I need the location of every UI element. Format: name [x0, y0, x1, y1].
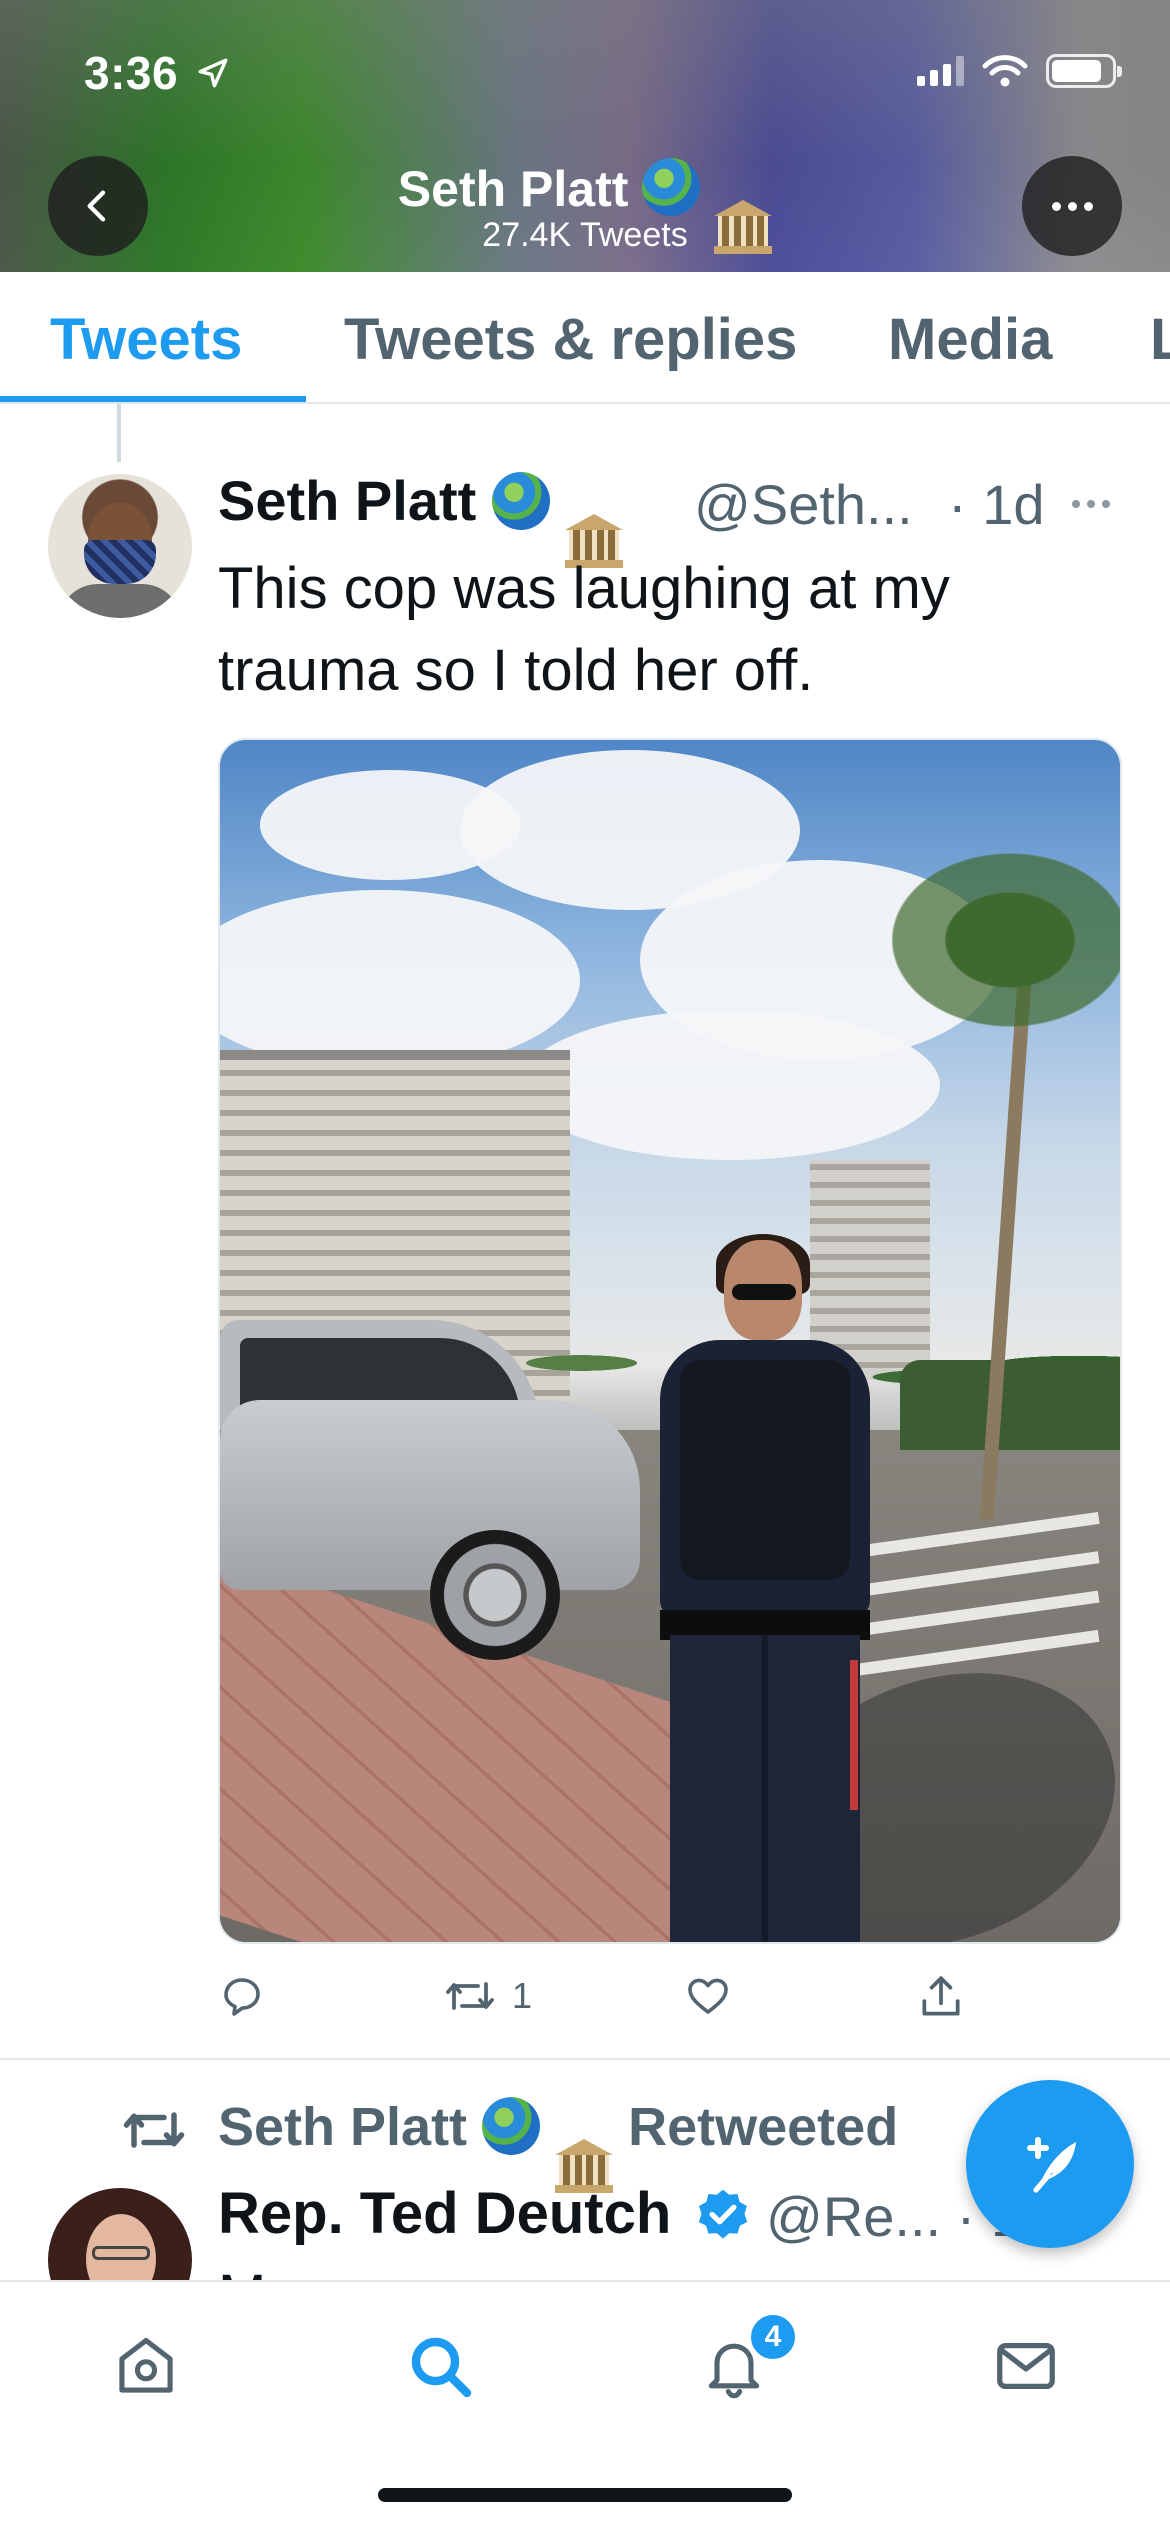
- compose-tweet-button[interactable]: [966, 2080, 1134, 2248]
- profile-name: Seth Platt: [397, 161, 629, 217]
- retweet-icon: [446, 1982, 494, 2010]
- tweet-actions: 1: [218, 1972, 1118, 2036]
- nav-messages[interactable]: [986, 2326, 1066, 2406]
- status-time: 3:36: [84, 47, 179, 99]
- home-icon: [119, 2337, 173, 2393]
- more-icon: [1072, 500, 1080, 508]
- retweet-count: 1: [512, 1975, 533, 2016]
- like-button[interactable]: [684, 1972, 748, 2020]
- profile-tabs: Tweets Tweets & replies Media Likes: [0, 272, 1170, 404]
- wifi-icon: [982, 55, 1028, 87]
- tweet-author-name[interactable]: Rep. Ted Deutch: [218, 2180, 671, 2247]
- reply-button[interactable]: [218, 1972, 282, 2020]
- tweet-more-button[interactable]: [1072, 500, 1110, 508]
- more-icon: [1051, 201, 1061, 211]
- search-icon: [411, 2337, 472, 2398]
- tab-media[interactable]: Media: [888, 306, 1052, 373]
- more-options-button[interactable]: [1022, 156, 1122, 256]
- tweet-photo[interactable]: [218, 738, 1122, 1944]
- tweet-timestamp[interactable]: · 1d: [948, 472, 1045, 537]
- globe-emoji-icon: [491, 472, 550, 530]
- profile-header: 3:36 Seth Platt 27.4K Tweets: [0, 0, 1170, 272]
- retweet-button[interactable]: 1: [444, 1972, 532, 2020]
- nav-search[interactable]: [400, 2326, 480, 2406]
- reply-icon: [224, 1978, 260, 2016]
- tweet-author-handle[interactable]: @Seth...: [694, 472, 913, 537]
- tab-tweets[interactable]: Tweets: [50, 306, 242, 373]
- tab-likes[interactable]: Likes: [1150, 306, 1170, 373]
- notifications-badge: 4: [748, 2312, 798, 2362]
- share-icon: [922, 1976, 960, 2016]
- share-button[interactable]: [916, 1972, 966, 2022]
- nav-home[interactable]: [106, 2326, 186, 2406]
- compose-feather-icon: [1027, 2137, 1076, 2193]
- mail-icon: [997, 2342, 1055, 2390]
- avatar[interactable]: [48, 474, 192, 618]
- tab-tweets-and-replies[interactable]: Tweets & replies: [344, 306, 797, 373]
- tweet-divider: [0, 2058, 1170, 2060]
- home-indicator[interactable]: [378, 2488, 792, 2502]
- tweet-count: 27.4K Tweets: [482, 216, 688, 254]
- cellular-signal-icon: [917, 56, 964, 86]
- car: [220, 1320, 640, 1660]
- globe-emoji-icon: [482, 2097, 541, 2155]
- globe-emoji-icon: [642, 158, 701, 216]
- status-icons: [917, 54, 1122, 88]
- location-arrow-icon: [198, 58, 228, 88]
- active-tab-indicator: [0, 396, 306, 402]
- tweet-text: This cop was laughing at my trauma so I …: [218, 556, 950, 703]
- police-officer: [620, 1234, 900, 1942]
- retweeted-icon: [123, 2112, 185, 2148]
- verified-badge-icon: [698, 2189, 748, 2239]
- thread-line: [117, 404, 121, 462]
- heart-icon: [688, 1978, 728, 2014]
- battery-icon: [1046, 54, 1122, 88]
